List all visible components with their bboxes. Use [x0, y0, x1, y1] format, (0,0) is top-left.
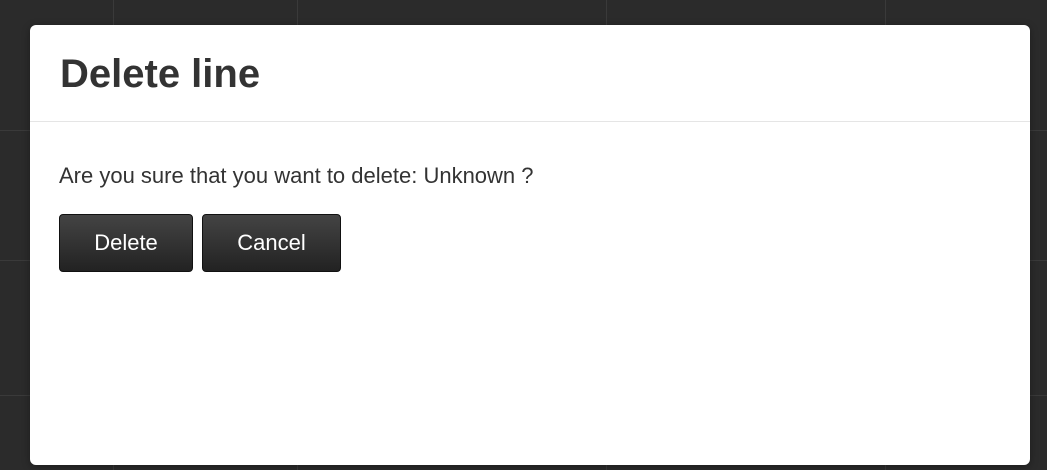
- dialog-header: Delete line: [30, 25, 1030, 122]
- confirmation-message: Are you sure that you want to delete: Un…: [59, 163, 534, 188]
- delete-line-dialog: Delete line Are you sure that you want t…: [30, 25, 1030, 465]
- cancel-button[interactable]: Cancel: [202, 214, 341, 272]
- dialog-title: Delete line: [60, 52, 261, 96]
- delete-button[interactable]: Delete: [59, 214, 193, 272]
